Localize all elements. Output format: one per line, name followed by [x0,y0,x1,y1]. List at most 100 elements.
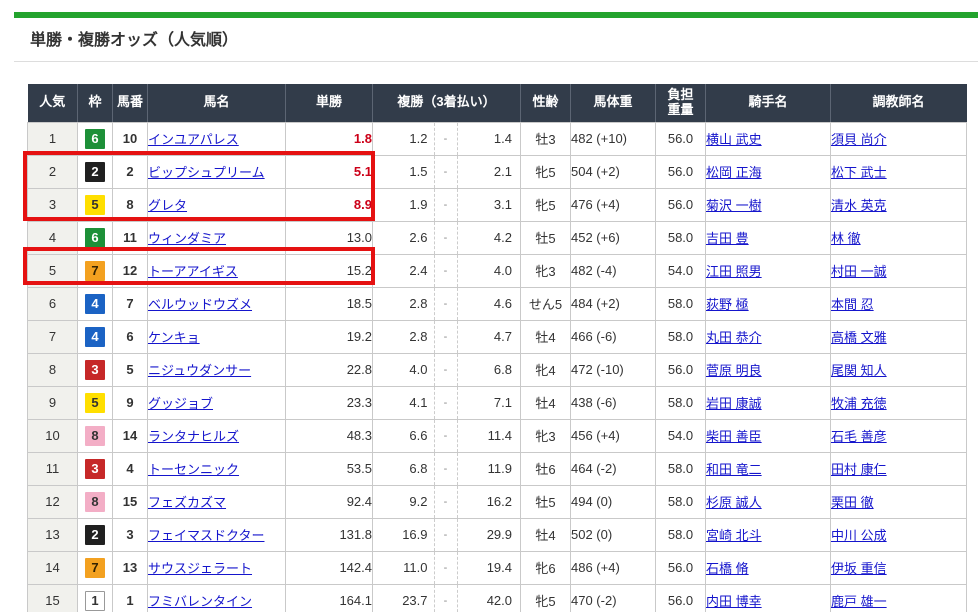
frame-badge: 7 [85,558,105,578]
horse-number-cell: 13 [113,551,148,584]
horse-name-link[interactable]: ウィンダミア [148,231,226,246]
trainer-link[interactable]: 牧浦 充徳 [831,396,887,411]
rank-cell: 5 [28,254,78,287]
carried-weight-cell: 58.0 [656,287,706,320]
place-odds-cell: 2.8-4.7 [373,320,521,353]
trainer-link[interactable]: 伊坂 重信 [831,561,887,576]
horse-number-cell: 14 [113,419,148,452]
trainer-cell: 田村 康仁 [831,452,967,485]
horse-name-link[interactable]: ケンキョ [148,330,200,345]
win-odds-cell: 18.5 [286,287,373,320]
horse-name-cell: ランタナヒルズ [148,419,286,452]
table-row: 12815フェズカズマ92.49.2-16.2牡5494 (0)58.0杉原 誠… [28,485,967,518]
place-odds-cell: 23.7-42.0 [373,584,521,612]
horse-name-link[interactable]: インユアパレス [148,132,239,147]
place-odds-dash: - [434,453,458,485]
trainer-link[interactable]: 本間 忍 [831,297,874,312]
trainer-link[interactable]: 村田 一誠 [831,264,887,279]
table-row: 959グッジョブ23.34.1-7.1牡4438 (-6)58.0岩田 康誠牧浦… [28,386,967,419]
horse-name-link[interactable]: ベルウッドウズメ [148,297,252,312]
frame-cell: 6 [78,122,113,155]
jockey-link[interactable]: 和田 竜二 [706,462,762,477]
trainer-link[interactable]: 栗田 徹 [831,495,874,510]
sex-age-cell: 牝5 [521,584,571,612]
win-odds-cell: 142.4 [286,551,373,584]
jockey-link[interactable]: 丸田 恭介 [706,330,762,345]
jockey-link[interactable]: 石橋 脩 [706,561,749,576]
horse-name-link[interactable]: フェイマスドクター [148,528,264,543]
jockey-link[interactable]: 内田 博幸 [706,594,762,609]
trainer-link[interactable]: 尾関 知人 [831,363,887,378]
col-header-sex-age: 性齢 [521,84,571,122]
trainer-link[interactable]: 石毛 善彦 [831,429,887,444]
win-odds-cell: 15.2 [286,254,373,287]
horse-name-cell: ニジュウダンサー [148,353,286,386]
jockey-link[interactable]: 菅原 明良 [706,363,762,378]
jockey-link[interactable]: 杉原 誠人 [706,495,762,510]
win-odds-cell: 131.8 [286,518,373,551]
place-odds-high: 11.9 [458,453,513,485]
table-row: 14713サウスジェラート142.411.0-19.4牝6486 (+4)56.… [28,551,967,584]
horse-name-link[interactable]: トーアアイギス [148,264,238,279]
frame-badge: 4 [85,294,105,314]
place-odds-low: 1.9 [373,189,434,221]
trainer-link[interactable]: 中川 公成 [831,528,887,543]
horse-number-cell: 5 [113,353,148,386]
horse-name-link[interactable]: トーセンニック [148,462,239,477]
trainer-link[interactable]: 林 徹 [831,231,861,246]
trainer-link[interactable]: 高橋 文雅 [831,330,887,345]
jockey-link[interactable]: 松岡 正海 [706,165,762,180]
carried-weight-cell: 58.0 [656,452,706,485]
horse-weight-cell: 482 (+10) [571,122,656,155]
jockey-link[interactable]: 横山 武史 [706,132,762,147]
sex-age-cell: せん5 [521,287,571,320]
frame-cell: 6 [78,221,113,254]
sex-age-cell: 牝4 [521,353,571,386]
jockey-link[interactable]: 吉田 豊 [706,231,749,246]
jockey-link[interactable]: 菊沢 一樹 [706,198,762,213]
horse-weight-cell: 466 (-6) [571,320,656,353]
jockey-link[interactable]: 宮崎 北斗 [706,528,762,543]
horse-name-link[interactable]: サウスジェラート [148,561,252,576]
horse-name-link[interactable]: フミバレンタイン [148,594,252,609]
horse-weight-cell: 482 (-4) [571,254,656,287]
horse-name-link[interactable]: ビップシュプリーム [148,165,265,180]
table-row: 746ケンキョ19.22.8-4.7牡4466 (-6)58.0丸田 恭介高橋 … [28,320,967,353]
place-odds-dash: - [434,288,458,320]
horse-name-link[interactable]: グレタ [148,198,187,213]
carried-weight-cell: 58.0 [656,320,706,353]
col-header-place-odds: 複勝（3着払い） [373,84,521,122]
rank-cell: 7 [28,320,78,353]
trainer-link[interactable]: 清水 英克 [831,198,887,213]
place-odds-high: 16.2 [458,486,513,518]
horse-name-link[interactable]: ニジュウダンサー [148,363,251,378]
rank-cell: 8 [28,353,78,386]
horse-name-link[interactable]: フェズカズマ [148,495,226,510]
place-odds-low: 4.0 [373,354,434,386]
carried-weight-cell: 56.0 [656,188,706,221]
trainer-link[interactable]: 田村 康仁 [831,462,887,477]
horse-weight-cell: 472 (-10) [571,353,656,386]
trainer-link[interactable]: 鹿戸 雄一 [831,594,887,609]
rank-cell: 15 [28,584,78,612]
table-row: 1134トーセンニック53.56.8-11.9牡6464 (-2)58.0和田 … [28,452,967,485]
place-odds-dash: - [434,189,458,221]
horse-weight-cell: 452 (+6) [571,221,656,254]
place-odds-dash: - [434,123,458,155]
horse-weight-cell: 504 (+2) [571,155,656,188]
horse-name-link[interactable]: グッジョブ [148,396,213,411]
trainer-link[interactable]: 須貝 尚介 [831,132,887,147]
sex-age-cell: 牡4 [521,518,571,551]
jockey-link[interactable]: 江田 照男 [706,264,762,279]
jockey-link[interactable]: 荻野 極 [706,297,749,312]
col-header-carried-weight: 負担 重量 [656,84,706,122]
horse-weight-cell: 484 (+2) [571,287,656,320]
place-odds-dash: - [434,420,458,452]
col-header-win-odds: 単勝 [286,84,373,122]
jockey-link[interactable]: 岩田 康誠 [706,396,762,411]
horse-name-link[interactable]: ランタナヒルズ [148,429,239,444]
trainer-link[interactable]: 松下 武士 [831,165,887,180]
sex-age-cell: 牡6 [521,452,571,485]
jockey-link[interactable]: 柴田 善臣 [706,429,762,444]
carried-weight-cell: 56.0 [656,551,706,584]
